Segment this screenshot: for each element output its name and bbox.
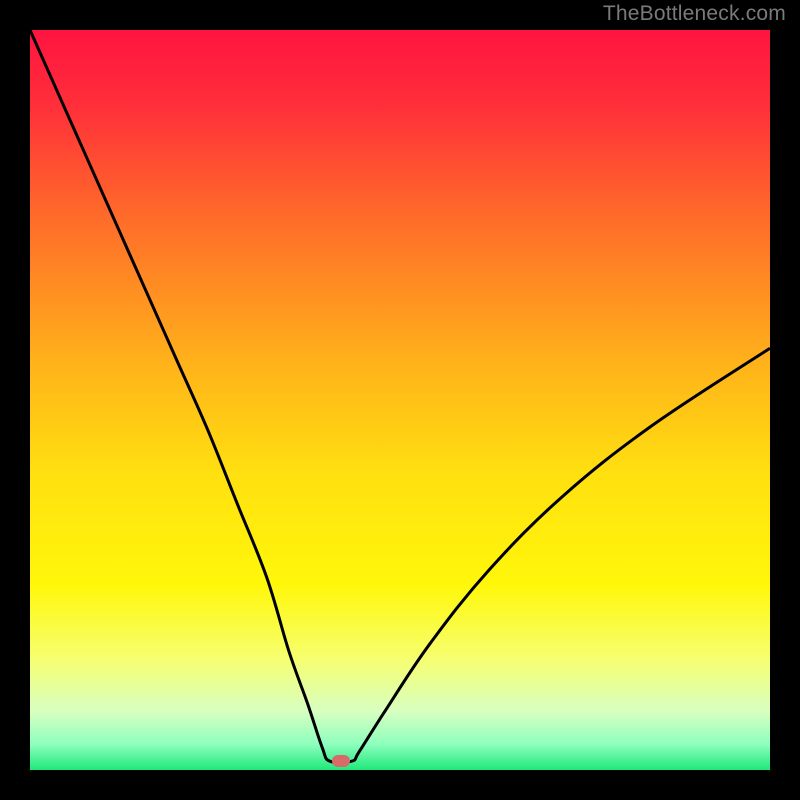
chart-frame: TheBottleneck.com: [0, 0, 800, 800]
bottleneck-curve: [30, 30, 770, 770]
optimum-marker: [332, 755, 350, 767]
curve-path: [30, 30, 770, 763]
plot-area: [30, 30, 770, 770]
watermark-text: TheBottleneck.com: [603, 2, 786, 26]
